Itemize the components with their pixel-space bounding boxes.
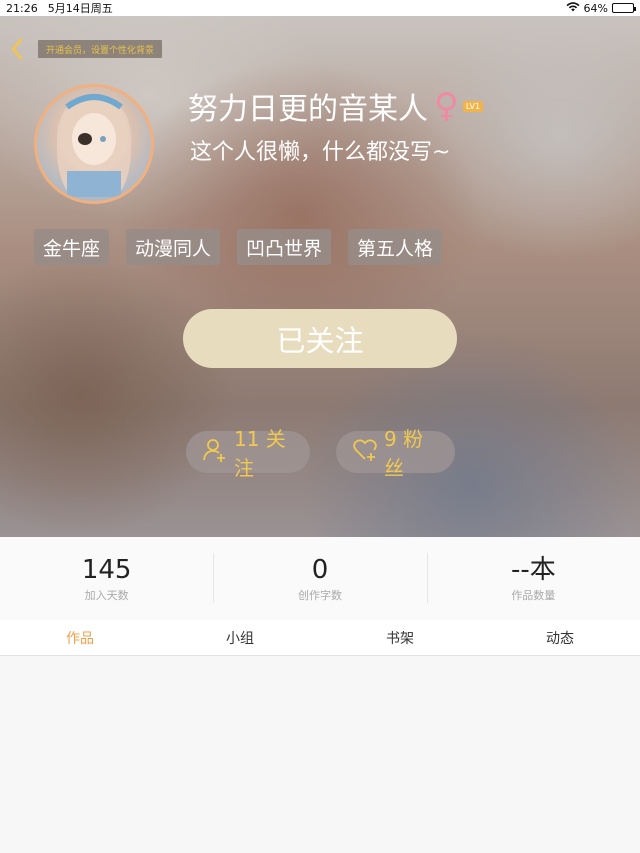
fans-button[interactable]: 9 粉丝: [336, 427, 455, 480]
fans-count: 9 粉丝: [384, 427, 424, 480]
following-button[interactable]: 11 关注: [186, 427, 310, 480]
tag-item[interactable]: 金牛座: [34, 229, 110, 265]
avatar-illustration: [56, 94, 132, 197]
back-button[interactable]: [6, 38, 28, 64]
avatar[interactable]: [34, 84, 154, 204]
status-time: 21:26: [6, 1, 38, 15]
heart-add-icon: [352, 437, 378, 468]
stat-value: 0: [311, 554, 329, 585]
vip-background-banner[interactable]: 开通会员，设置个性化背景: [38, 40, 163, 58]
tag-item[interactable]: 凹凸世界: [237, 229, 332, 265]
tab-bar: 作品 小组 书架 动态: [0, 620, 640, 656]
user-add-icon: [202, 437, 228, 468]
wifi-icon: [566, 1, 580, 15]
username-row: 努力日更的音某人 ♀ LV1: [188, 84, 484, 128]
stats-row: 145 加入天数 0 创作字数 --本 作品数量: [0, 537, 640, 620]
status-date: 5月14日周五: [47, 2, 113, 15]
tab-works[interactable]: 作品: [0, 620, 160, 655]
tab-bookshelf[interactable]: 书架: [320, 620, 480, 655]
stat-label: 作品数量: [511, 588, 556, 602]
female-symbol-icon: ♀: [434, 86, 459, 126]
username: 努力日更的音某人: [188, 92, 428, 127]
stat-join-days: 145 加入天数: [0, 537, 213, 620]
profile-header: 开通会员，设置个性化背景 努力日更的音某人 ♀ LV1 这个人很懒，什么都没写~…: [0, 16, 640, 537]
stat-label: 加入天数: [84, 588, 129, 602]
tab-activity[interactable]: 动态: [480, 620, 640, 655]
tab-groups[interactable]: 小组: [160, 620, 320, 655]
chevron-left-icon: [10, 38, 24, 64]
following-count: 11 关注: [234, 427, 286, 480]
status-right: 64%: [566, 1, 636, 15]
stat-value: 145: [81, 554, 132, 585]
stat-label: 创作字数: [297, 588, 342, 602]
stat-value: --本: [510, 554, 556, 585]
tab-content: [0, 657, 640, 853]
user-bio: 这个人很懒，什么都没写~: [190, 140, 451, 165]
follow-button[interactable]: 已关注: [183, 309, 457, 368]
battery-icon: [612, 3, 636, 13]
level-badge: LV1: [462, 100, 484, 112]
battery-percent: 64%: [583, 1, 608, 15]
stat-works-count: --本 作品数量: [426, 537, 640, 620]
tag-item[interactable]: 动漫同人: [126, 229, 221, 265]
tag-item[interactable]: 第五人格: [348, 229, 443, 265]
stat-word-count: 0 创作字数: [213, 537, 426, 620]
tag-list: 金牛座 动漫同人 凹凸世界 第五人格: [34, 229, 443, 265]
status-bar: 21:26 5月14日周五 64%: [0, 0, 640, 16]
